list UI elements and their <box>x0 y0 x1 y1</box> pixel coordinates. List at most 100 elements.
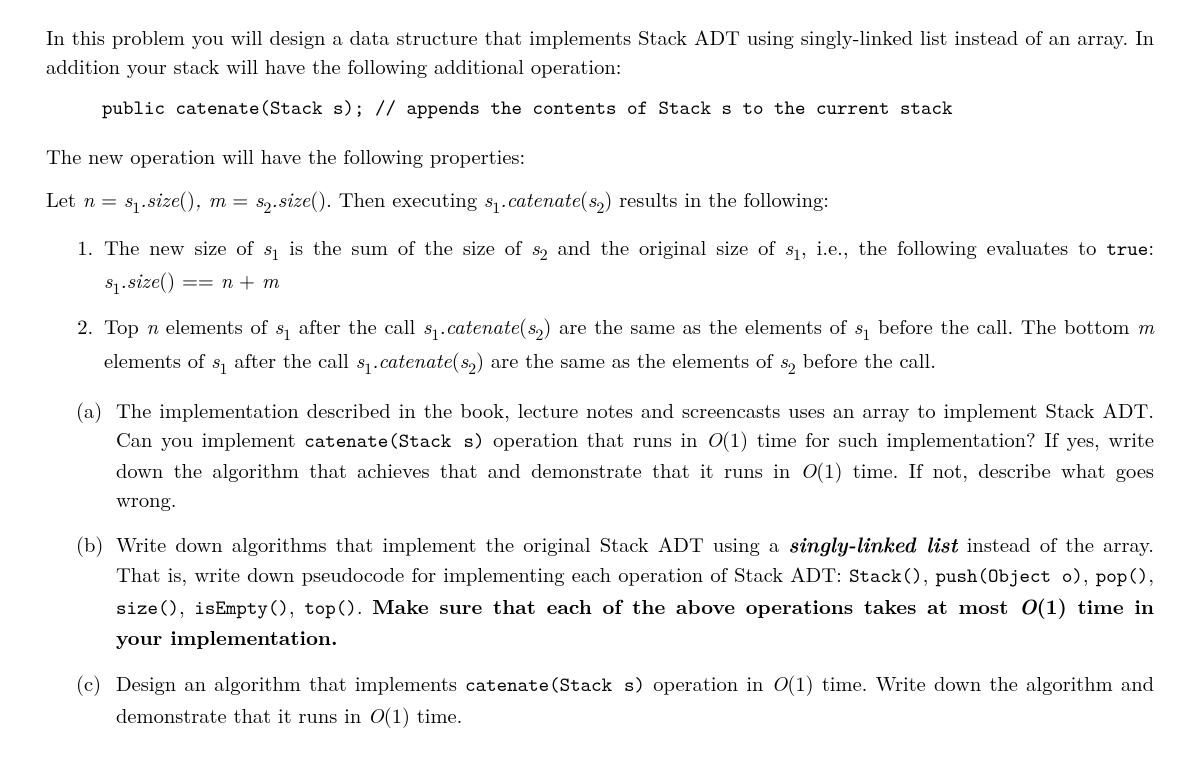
catenate-signature: public catenate(Stack s); // appends the… <box>102 94 1154 122</box>
subscript: 1 <box>364 356 372 379</box>
text: (1) <box>384 700 410 729</box>
code-op: top() <box>304 595 357 621</box>
method-size: size <box>278 184 311 213</box>
text: before the call. The bottom <box>870 311 1137 340</box>
var-m: m <box>209 184 226 213</box>
text: are the same as the elements of <box>551 311 854 340</box>
method-catenate: catenate <box>507 184 580 213</box>
code-catenate: catenate(Stack s) <box>465 672 645 698</box>
text: before the call. <box>796 345 936 374</box>
var-s: s <box>785 232 793 261</box>
method-catenate: catenate <box>378 345 451 374</box>
big-o: O <box>706 424 722 453</box>
list-item: The new size of s1 is the sum of the siz… <box>100 232 1154 300</box>
subscript: 2 <box>535 322 543 345</box>
part-label-a: (a) <box>76 395 102 424</box>
method-size: size <box>147 184 180 213</box>
subscript: 1 <box>283 322 291 345</box>
let-clause: Let n = s1.size(), m = s2.size(). Then e… <box>46 184 1154 218</box>
text: time. <box>410 700 462 729</box>
var-s: s <box>460 345 468 374</box>
big-o: O <box>801 455 817 484</box>
intro-paragraph-2: The new operation will have the followin… <box>46 141 1154 170</box>
var-n: n <box>147 311 159 340</box>
term-singly-linked-list: singly-linked list <box>788 529 957 559</box>
subscript: 1 <box>793 242 801 265</box>
var-m: m <box>1137 311 1154 340</box>
text: ) <box>476 345 484 374</box>
var-s: s <box>356 345 364 374</box>
subscript: 2 <box>596 195 604 218</box>
text: (1) <box>1037 592 1067 621</box>
text: , <box>1083 559 1096 588</box>
text: = <box>225 184 255 213</box>
text: ( <box>580 184 588 213</box>
text: ( <box>519 311 527 340</box>
text: (1) <box>787 668 813 697</box>
text: , <box>289 591 304 620</box>
subscript: 2 <box>540 242 548 265</box>
text: and the original size of <box>548 232 785 261</box>
text: , <box>923 559 936 588</box>
var-s: s <box>275 311 283 340</box>
method-size: size <box>127 265 160 294</box>
subscript: 2 <box>788 356 796 379</box>
var-n: n <box>221 265 233 294</box>
subparts-list: (a) The implementation described in the … <box>46 395 1154 729</box>
code-op: pop() <box>1096 563 1149 589</box>
part-label-b: (b) <box>76 529 103 558</box>
code-op: Stack() <box>849 563 923 589</box>
text: The new size of <box>104 232 263 261</box>
code-catenate: catenate(Stack s) <box>304 428 484 454</box>
code-op: push(Object o) <box>935 563 1082 589</box>
text: = <box>94 184 124 213</box>
var-s: s <box>779 345 787 374</box>
var-s: s <box>531 232 539 261</box>
text: Let <box>46 184 83 213</box>
text: () <box>159 265 175 294</box>
text: results in the following: <box>612 184 829 213</box>
text: , <box>1148 559 1154 588</box>
subscript: 1 <box>431 322 439 345</box>
text: (1) <box>722 424 748 453</box>
kw-true: true <box>1106 236 1148 262</box>
text: are the same as the elements of <box>484 345 779 374</box>
text: () <box>310 184 326 213</box>
text: ( <box>452 345 460 374</box>
text: , i.e., the following evaluates to <box>801 232 1106 261</box>
text: () <box>179 184 195 213</box>
text: : <box>1148 232 1154 261</box>
problem-statement: In this problem you will design a data s… <box>0 0 1200 775</box>
intro-paragraph-1: In this problem you will design a data s… <box>46 22 1154 80</box>
big-o: O <box>1019 591 1037 621</box>
text: == <box>175 265 221 294</box>
text: , <box>195 184 209 213</box>
subscript: 1 <box>132 195 140 218</box>
text: . <box>357 591 372 620</box>
list-item: (c) Design an algorithm that implements … <box>76 668 1154 729</box>
var-m: m <box>262 265 279 294</box>
subscript: 1 <box>112 276 120 299</box>
code-op: isEmpty() <box>194 595 289 621</box>
subscript: 1 <box>271 242 279 265</box>
text: operation in <box>645 668 772 697</box>
list-item: Top n elements of s1 after the call s1.c… <box>100 311 1154 379</box>
text: after the call <box>291 311 423 340</box>
subscript: 2 <box>263 195 271 218</box>
text: (1) <box>816 455 842 484</box>
var-n: n <box>83 184 95 213</box>
list-item: (b) Write down algorithms that implement… <box>76 529 1154 652</box>
emphasis: Make sure that each of the above operati… <box>372 592 1019 621</box>
big-o: O <box>368 700 384 729</box>
text: Write down algorithms that implement the… <box>116 529 788 558</box>
var-s: s <box>211 345 219 374</box>
subscript: 1 <box>492 195 500 218</box>
var-s: s <box>124 184 132 213</box>
properties-list: The new size of s1 is the sum of the siz… <box>46 232 1154 379</box>
big-o: O <box>772 668 788 697</box>
method-catenate: catenate <box>446 311 519 340</box>
text: elements of <box>104 345 211 374</box>
text: Top <box>104 311 147 340</box>
text: + <box>232 265 262 294</box>
subscript: 1 <box>220 356 228 379</box>
